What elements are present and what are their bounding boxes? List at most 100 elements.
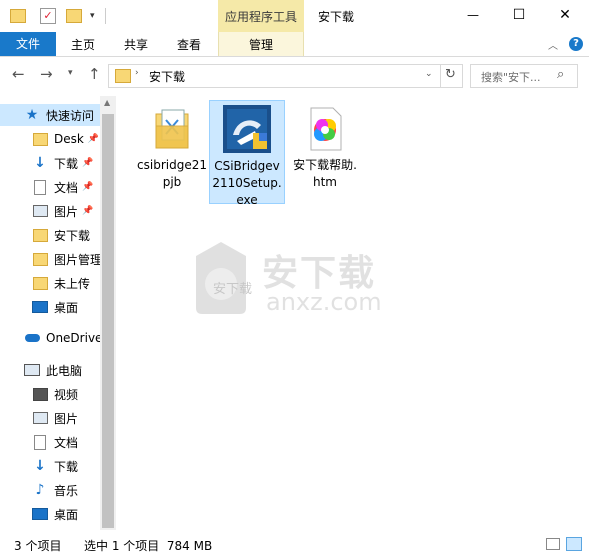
download-icon: ↓ <box>34 458 46 474</box>
sidebar-item-qa-5[interactable]: 图片管理 <box>32 248 102 270</box>
music-icon: ♪ <box>35 482 45 498</box>
maximize-icon: ☐ <box>512 7 526 23</box>
selection-info: 选中 1 个项目 784 MB <box>84 539 213 553</box>
quick-access-toolbar: ✓ ▾ <box>10 6 106 26</box>
sidebar-item-label: 文档 <box>54 435 79 450</box>
file-name: CSiBridgev2110Setup.exe <box>212 159 282 207</box>
folder-icon <box>32 131 48 147</box>
sidebar-item-label: Desk <box>54 132 84 146</box>
tab-view[interactable]: 查看 <box>168 32 210 56</box>
sidebar-item-pc-5[interactable]: 桌面 <box>32 503 78 525</box>
file-name: csibridge21pjb <box>137 158 207 189</box>
download-icon: ↓ <box>34 155 46 171</box>
picture-icon <box>32 203 48 219</box>
file-item[interactable]: 安下载帮助.htm <box>288 102 362 189</box>
details-view-icon[interactable] <box>546 538 560 550</box>
address-bar[interactable]: › 安下载 ⌄ ↻ <box>108 64 463 88</box>
sidebar-item-label: 快速访问 <box>46 108 95 123</box>
watermark-domain: anxz.com <box>266 288 382 316</box>
search-box[interactable]: 搜索"安下... ⌕ <box>470 64 578 88</box>
sidebar-scrollbar[interactable]: ▲ <box>100 96 116 530</box>
chevron-down-icon[interactable]: ︿ <box>548 37 558 52</box>
sidebar-item-qa-7[interactable]: 桌面 <box>32 296 78 318</box>
sidebar-item-label: 安下载 <box>54 228 91 243</box>
sidebar-item-label: 下载 <box>54 156 79 171</box>
sidebar-item-label: 未上传 <box>54 276 91 291</box>
video-icon <box>32 386 48 402</box>
scroll-up-icon[interactable]: ▲ <box>104 98 110 107</box>
window-title: 安下载 <box>318 10 355 24</box>
sidebar-item-this-pc[interactable]: 此电脑 <box>24 359 82 381</box>
tab-home[interactable]: 主页 <box>62 32 104 56</box>
sidebar-item-label: 图片 <box>54 204 79 219</box>
properties-icon[interactable]: ✓ <box>40 8 56 24</box>
watermark-logo: 安下载 安下载 anxz.com <box>186 238 406 322</box>
scrollbar-thumb[interactable] <box>102 114 114 528</box>
picture-icon <box>32 410 48 426</box>
navigation-bar: ← → ▾ ↑ › 安下载 ⌄ ↻ 搜索"安下... ⌕ <box>0 57 589 93</box>
sidebar-item-label: 图片管理 <box>54 252 103 267</box>
sidebar-item-qa-0[interactable]: Desk 📌 <box>32 128 99 150</box>
sidebar-item-pc-1[interactable]: 图片 <box>32 407 78 429</box>
sidebar-item-qa-6[interactable]: 未上传 <box>32 272 90 294</box>
breadcrumb[interactable]: 安下载 <box>149 68 185 85</box>
forward-arrow-icon[interactable]: → <box>40 65 53 83</box>
tab-share[interactable]: 共享 <box>115 32 157 56</box>
sidebar-item-label: 桌面 <box>54 507 79 522</box>
sidebar-item-pc-3[interactable]: ↓ 下载 <box>32 455 78 477</box>
folder-icon[interactable] <box>10 9 26 23</box>
close-button[interactable]: ✕ <box>542 0 588 30</box>
sidebar-item-pc-2[interactable]: 文档 <box>32 431 78 453</box>
help-icon[interactable]: ? <box>569 37 583 51</box>
separator <box>440 65 441 87</box>
new-folder-icon[interactable] <box>66 9 82 23</box>
minimize-button[interactable]: — <box>450 0 496 30</box>
sidebar-item-label: 文档 <box>54 180 79 195</box>
recent-locations-icon[interactable]: ▾ <box>68 68 73 78</box>
sidebar-item-label: 桌面 <box>54 300 79 315</box>
sidebar-item-pc-0[interactable]: 视频 <box>32 383 78 405</box>
large-icons-view-icon[interactable] <box>566 537 582 551</box>
sidebar-item-qa-4[interactable]: 安下载 <box>32 224 90 246</box>
star-icon: ★ <box>25 107 39 123</box>
file-name: 安下载帮助.htm <box>293 158 357 189</box>
desktop-icon <box>32 506 48 522</box>
sidebar-item-qa-3[interactable]: 图片 📌 <box>32 200 93 222</box>
cloud-icon <box>24 330 40 346</box>
search-icon[interactable]: ⌕ <box>557 67 564 82</box>
file-item[interactable]: csibridge21pjb <box>135 102 209 189</box>
sidebar-item-label: 下载 <box>54 459 79 474</box>
watermark-mark: 安下载 <box>213 282 253 297</box>
up-arrow-icon[interactable]: ↑ <box>88 65 101 83</box>
sidebar-item-qa-1[interactable]: ↓ 下载 📌 <box>32 152 93 174</box>
sidebar-item-label: 此电脑 <box>46 363 83 378</box>
sidebar-item-pc-4[interactable]: ♪ 音乐 <box>32 479 78 501</box>
customize-toolbar-icon[interactable]: ▾ <box>90 11 95 21</box>
sidebar-item-quick-access[interactable]: ★ 快速访问 <box>0 104 100 126</box>
tab-file[interactable]: 文件 <box>0 32 56 56</box>
folder-icon <box>32 251 48 267</box>
folder-icon <box>32 227 48 243</box>
context-tab-header: 应用程序工具 <box>218 0 304 32</box>
pin-icon: 📌 <box>82 182 94 192</box>
separator <box>104 8 106 24</box>
pin-icon: 📌 <box>82 206 94 216</box>
folder-icon <box>115 69 131 83</box>
sidebar-item-qa-2[interactable]: 文档 📌 <box>32 176 93 198</box>
back-arrow-icon[interactable]: ← <box>12 65 25 83</box>
tab-manage[interactable]: 管理 <box>218 32 304 56</box>
refresh-icon[interactable]: ↻ <box>445 67 456 82</box>
file-item[interactable]: CSiBridgev2110Setup.exe <box>209 100 285 207</box>
search-input[interactable]: 搜索"安下... <box>481 69 541 85</box>
installer-icon <box>223 105 271 153</box>
sidebar-item-onedrive[interactable]: OneDrive <box>24 327 102 349</box>
sidebar-item-label: 图片 <box>54 411 79 426</box>
maximize-button[interactable]: ☐ <box>496 0 542 30</box>
minimize-icon: — <box>467 8 479 22</box>
chevron-down-icon[interactable]: ⌄ <box>425 69 433 79</box>
ribbon-tabs: 文件 主页 共享 查看 管理 ︿ ? <box>0 32 589 57</box>
breadcrumb-separator-icon: › <box>135 68 139 78</box>
sidebar-item-label: OneDrive <box>46 331 103 345</box>
status-bar: 3 个项目 选中 1 个项目 784 MB <box>0 531 589 557</box>
title-bar: ✓ ▾ 应用程序工具 安下载 — ☐ ✕ <box>0 0 589 32</box>
